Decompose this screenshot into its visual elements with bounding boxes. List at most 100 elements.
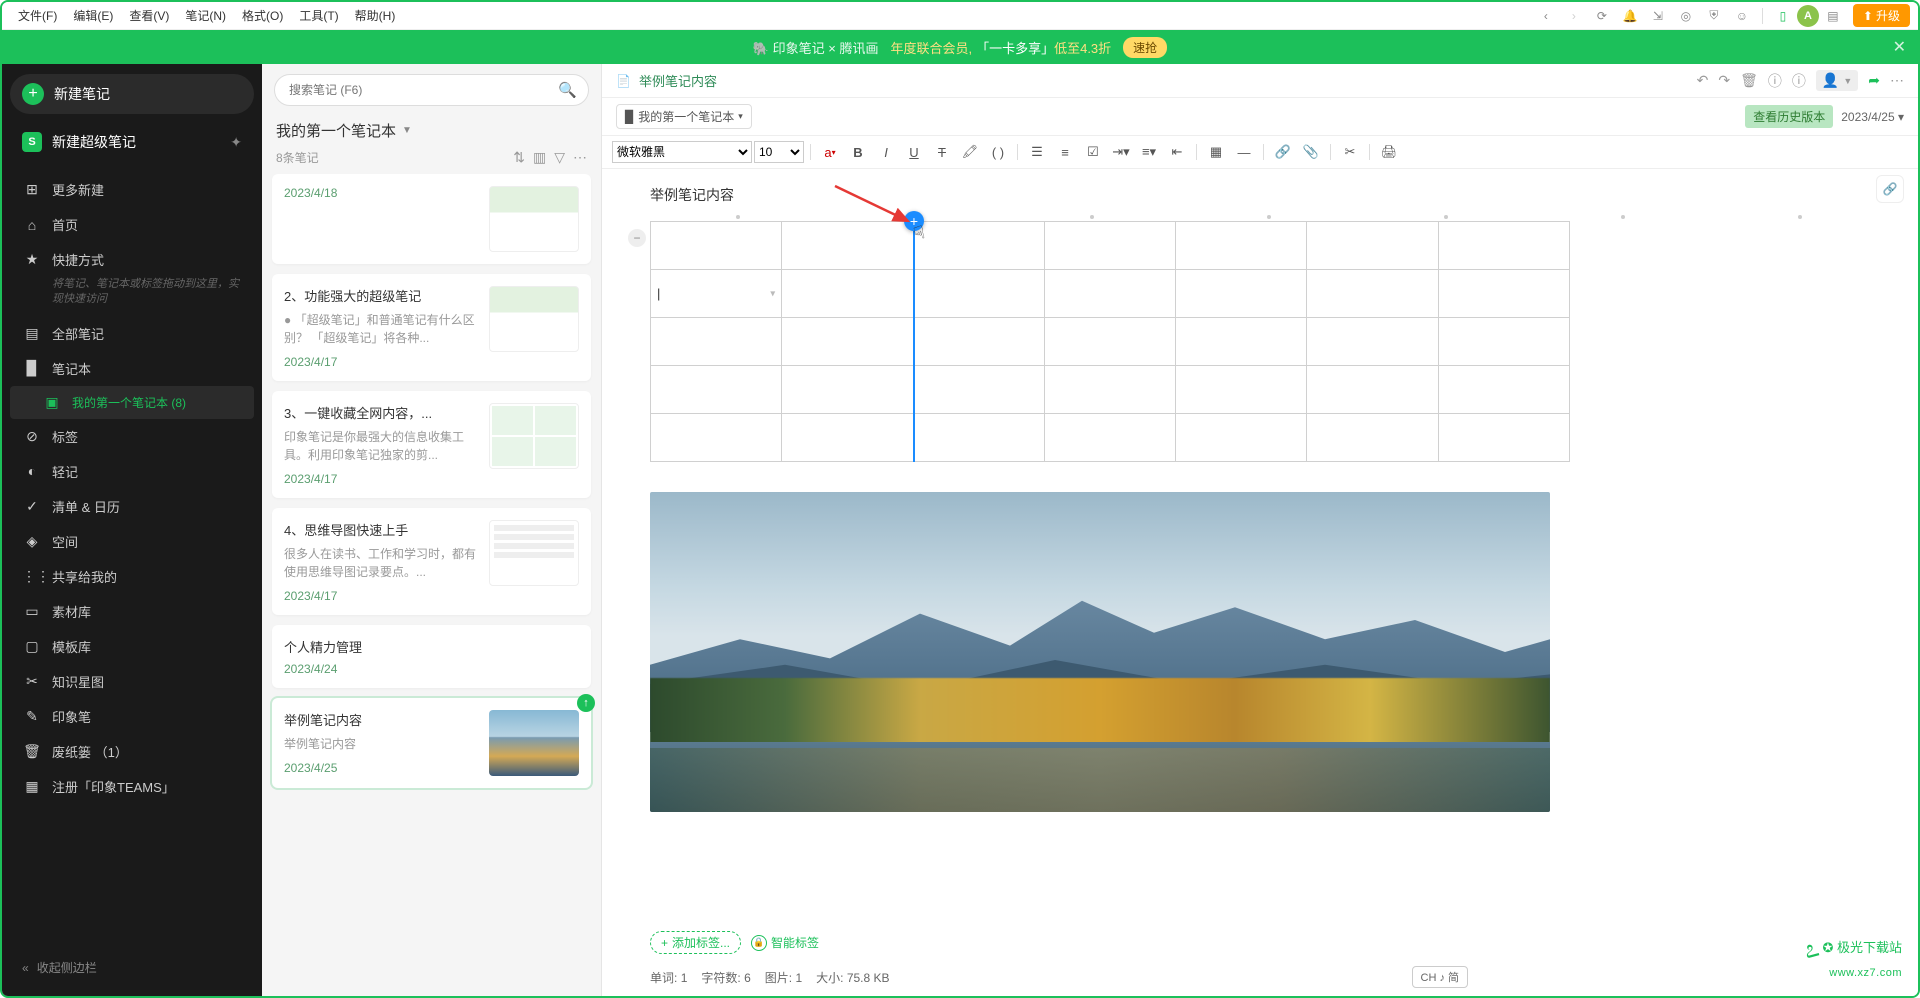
sidebar-item-13[interactable]: ✂知识星图 bbox=[10, 664, 254, 699]
ime-indicator[interactable]: CH ♪ 简 bbox=[1412, 966, 1469, 988]
nav-forward-icon[interactable]: › bbox=[1560, 2, 1588, 30]
note-date[interactable]: 2023/4/25 ▾ bbox=[1841, 110, 1904, 124]
new-note-button[interactable]: + 新建笔记 bbox=[10, 74, 254, 114]
sidebar-item-11[interactable]: ▭素材库 bbox=[10, 594, 254, 629]
sidebar-item-3[interactable]: ▤全部笔记 bbox=[10, 316, 254, 351]
share-user-button[interactable]: 👤▼ bbox=[1816, 70, 1858, 91]
menu-edit[interactable]: 编辑(E) bbox=[65, 3, 121, 28]
menu-file[interactable]: 文件(F) bbox=[10, 3, 65, 28]
attachment-button[interactable]: 📎 bbox=[1298, 140, 1324, 164]
sidebar-item-6[interactable]: ⊘标签 bbox=[10, 419, 254, 454]
underline-button[interactable]: U bbox=[901, 140, 927, 164]
notebook-selector[interactable]: ▉ 我的第一个笔记本 ▾ bbox=[616, 104, 752, 129]
close-banner-icon[interactable]: ✕ bbox=[1893, 37, 1906, 57]
sidebar-item-0[interactable]: ⊞更多新建 bbox=[10, 172, 254, 207]
upgrade-button[interactable]: ⬆升级 bbox=[1853, 4, 1910, 27]
highlight-button[interactable]: 🖍 bbox=[957, 140, 983, 164]
export-icon[interactable]: ⇲ bbox=[1644, 2, 1672, 30]
add-tag-button[interactable]: +添加标签... bbox=[650, 931, 741, 954]
menu-note[interactable]: 笔记(N) bbox=[177, 3, 234, 28]
menu-tools[interactable]: 工具(T) bbox=[291, 3, 346, 28]
menu-view[interactable]: 查看(V) bbox=[121, 3, 177, 28]
nav-back-icon[interactable]: ‹ bbox=[1532, 2, 1560, 30]
smile-icon[interactable]: ☺ bbox=[1728, 2, 1756, 30]
search-input[interactable] bbox=[274, 74, 589, 106]
cell-dropdown-icon[interactable]: ▾ bbox=[770, 288, 775, 299]
info-icon[interactable]: ⓘ bbox=[1768, 71, 1782, 91]
note-card-3[interactable]: 4、思维导图快速上手很多人在读书、工作和学习时，都有使用思维导图记录要点。...… bbox=[272, 508, 591, 615]
link-panel-button[interactable]: 🔗 bbox=[1876, 175, 1904, 203]
numbered-list-button[interactable]: ≡ bbox=[1052, 140, 1078, 164]
filter-icon[interactable]: ▽ bbox=[554, 149, 565, 166]
more-icon[interactable]: ⋯ bbox=[573, 149, 587, 166]
sidebar-item-8[interactable]: ✓清单 & 日历 bbox=[10, 489, 254, 524]
indent-button[interactable]: ⇥▾ bbox=[1108, 140, 1134, 164]
panel-icon[interactable]: ▤ bbox=[1819, 2, 1847, 30]
menu-help[interactable]: 帮助(H) bbox=[347, 3, 404, 28]
table-button[interactable]: ▦ bbox=[1203, 140, 1229, 164]
code-button[interactable]: ( ) bbox=[985, 140, 1011, 164]
share-icon[interactable]: ➦ bbox=[1868, 72, 1880, 89]
undo-icon[interactable]: ↶ bbox=[1697, 72, 1709, 89]
menu-format[interactable]: 格式(O) bbox=[234, 3, 291, 28]
print-button[interactable]: 🖨 bbox=[1376, 140, 1402, 164]
sidebar-item-12[interactable]: ▢模板库 bbox=[10, 629, 254, 664]
avatar[interactable]: A bbox=[1797, 5, 1819, 27]
bullet-list-button[interactable]: ☰ bbox=[1024, 140, 1050, 164]
history-button[interactable]: 查看历史版本 bbox=[1745, 105, 1833, 128]
active-cell[interactable]: |▾ bbox=[651, 270, 782, 318]
note-card-5[interactable]: 举例笔记内容举例笔记内容2023/4/25 bbox=[272, 698, 591, 788]
note-card-0[interactable]: 2023/4/18 bbox=[272, 174, 591, 264]
search-icon[interactable]: 🔍 bbox=[558, 81, 577, 99]
italic-button[interactable]: I bbox=[873, 140, 899, 164]
collapse-sidebar-button[interactable]: « 收起侧边栏 bbox=[10, 949, 254, 986]
view-icon[interactable]: ▥ bbox=[533, 149, 546, 166]
sidebar-item-16[interactable]: ▦注册「印象TEAMS」 bbox=[10, 769, 254, 804]
strikethrough-button[interactable]: T bbox=[929, 140, 955, 164]
more-header-icon[interactable]: ⋯ bbox=[1890, 72, 1904, 89]
new-super-note-button[interactable]: S 新建超级笔记 ✦ bbox=[10, 124, 254, 160]
bold-button[interactable]: B bbox=[845, 140, 871, 164]
clear-format-button[interactable]: ✂ bbox=[1337, 140, 1363, 164]
hr-button[interactable]: — bbox=[1231, 140, 1257, 164]
insert-column-button[interactable]: + bbox=[904, 211, 924, 231]
note-card-title: 2、功能强大的超级笔记 bbox=[284, 286, 479, 305]
bell-icon[interactable]: 🔔 bbox=[1616, 2, 1644, 30]
note-card-4[interactable]: 个人精力管理2023/4/24 bbox=[272, 625, 591, 688]
link-button[interactable]: 🔗 bbox=[1270, 140, 1296, 164]
document-title[interactable]: 举例笔记内容 bbox=[650, 185, 1888, 205]
info2-icon[interactable]: ⓘ bbox=[1792, 71, 1806, 91]
sort-icon[interactable]: ⇅ bbox=[513, 149, 525, 166]
note-card-1[interactable]: 2、功能强大的超级笔记● 「超级笔记」和普通笔记有什么区别？ 「超级笔记」将各种… bbox=[272, 274, 591, 381]
sidebar-item-9[interactable]: ◈空间 bbox=[10, 524, 254, 559]
sync-icon[interactable]: ⟳ bbox=[1588, 2, 1616, 30]
breadcrumb-title[interactable]: 举例笔记内容 bbox=[639, 71, 717, 90]
sidebar-item-1[interactable]: ⌂首页 bbox=[10, 207, 254, 242]
font-family-select[interactable]: 微软雅黑 bbox=[612, 141, 752, 163]
sidebar-item-14[interactable]: ✎印象笔 bbox=[10, 699, 254, 734]
sidebar-item-10[interactable]: ⋮⋮共享给我的 bbox=[10, 559, 254, 594]
sidebar-item-4[interactable]: ▉笔记本 bbox=[10, 351, 254, 386]
align-button[interactable]: ≡▾ bbox=[1136, 140, 1162, 164]
smart-tag-button[interactable]: 🔒智能标签 bbox=[751, 934, 819, 951]
sidebar-item-7[interactable]: ◐轻记 bbox=[10, 454, 254, 489]
font-color-button[interactable]: a▾ bbox=[817, 140, 843, 164]
notebook-title-dropdown[interactable]: 我的第一个笔记本 ▼ bbox=[262, 116, 601, 149]
mobile-icon[interactable]: ▯ bbox=[1769, 2, 1797, 30]
redo-icon[interactable]: ↷ bbox=[1718, 72, 1730, 89]
font-size-select[interactable]: 10 bbox=[754, 141, 804, 163]
embedded-image[interactable] bbox=[650, 492, 1550, 812]
editor-body[interactable]: 🔗 举例笔记内容 − + ☟ |▾ bbox=[602, 169, 1918, 923]
banner-grab-button[interactable]: 速抢 bbox=[1123, 37, 1167, 58]
sidebar-item-5[interactable]: ▣我的第一个笔记本 (8) bbox=[10, 386, 254, 419]
shield-icon[interactable]: ⛨ bbox=[1700, 2, 1728, 30]
sidebar-item-15[interactable]: 🗑废纸篓 （1） bbox=[10, 734, 254, 769]
content-table[interactable]: |▾ bbox=[650, 221, 1570, 462]
outdent-button[interactable]: ⇤ bbox=[1164, 140, 1190, 164]
sidebar-item-2[interactable]: ★快捷方式 bbox=[10, 242, 254, 277]
checklist-button[interactable]: ☑ bbox=[1080, 140, 1106, 164]
note-card-2[interactable]: 3、一键收藏全网内容，...印象笔记是你最强大的信息收集工具。利用印象笔记独家的… bbox=[272, 391, 591, 498]
row-handle-icon[interactable]: − bbox=[628, 229, 646, 247]
target-icon[interactable]: ◎ bbox=[1672, 2, 1700, 30]
trash-icon[interactable]: 🗑 bbox=[1740, 72, 1758, 89]
